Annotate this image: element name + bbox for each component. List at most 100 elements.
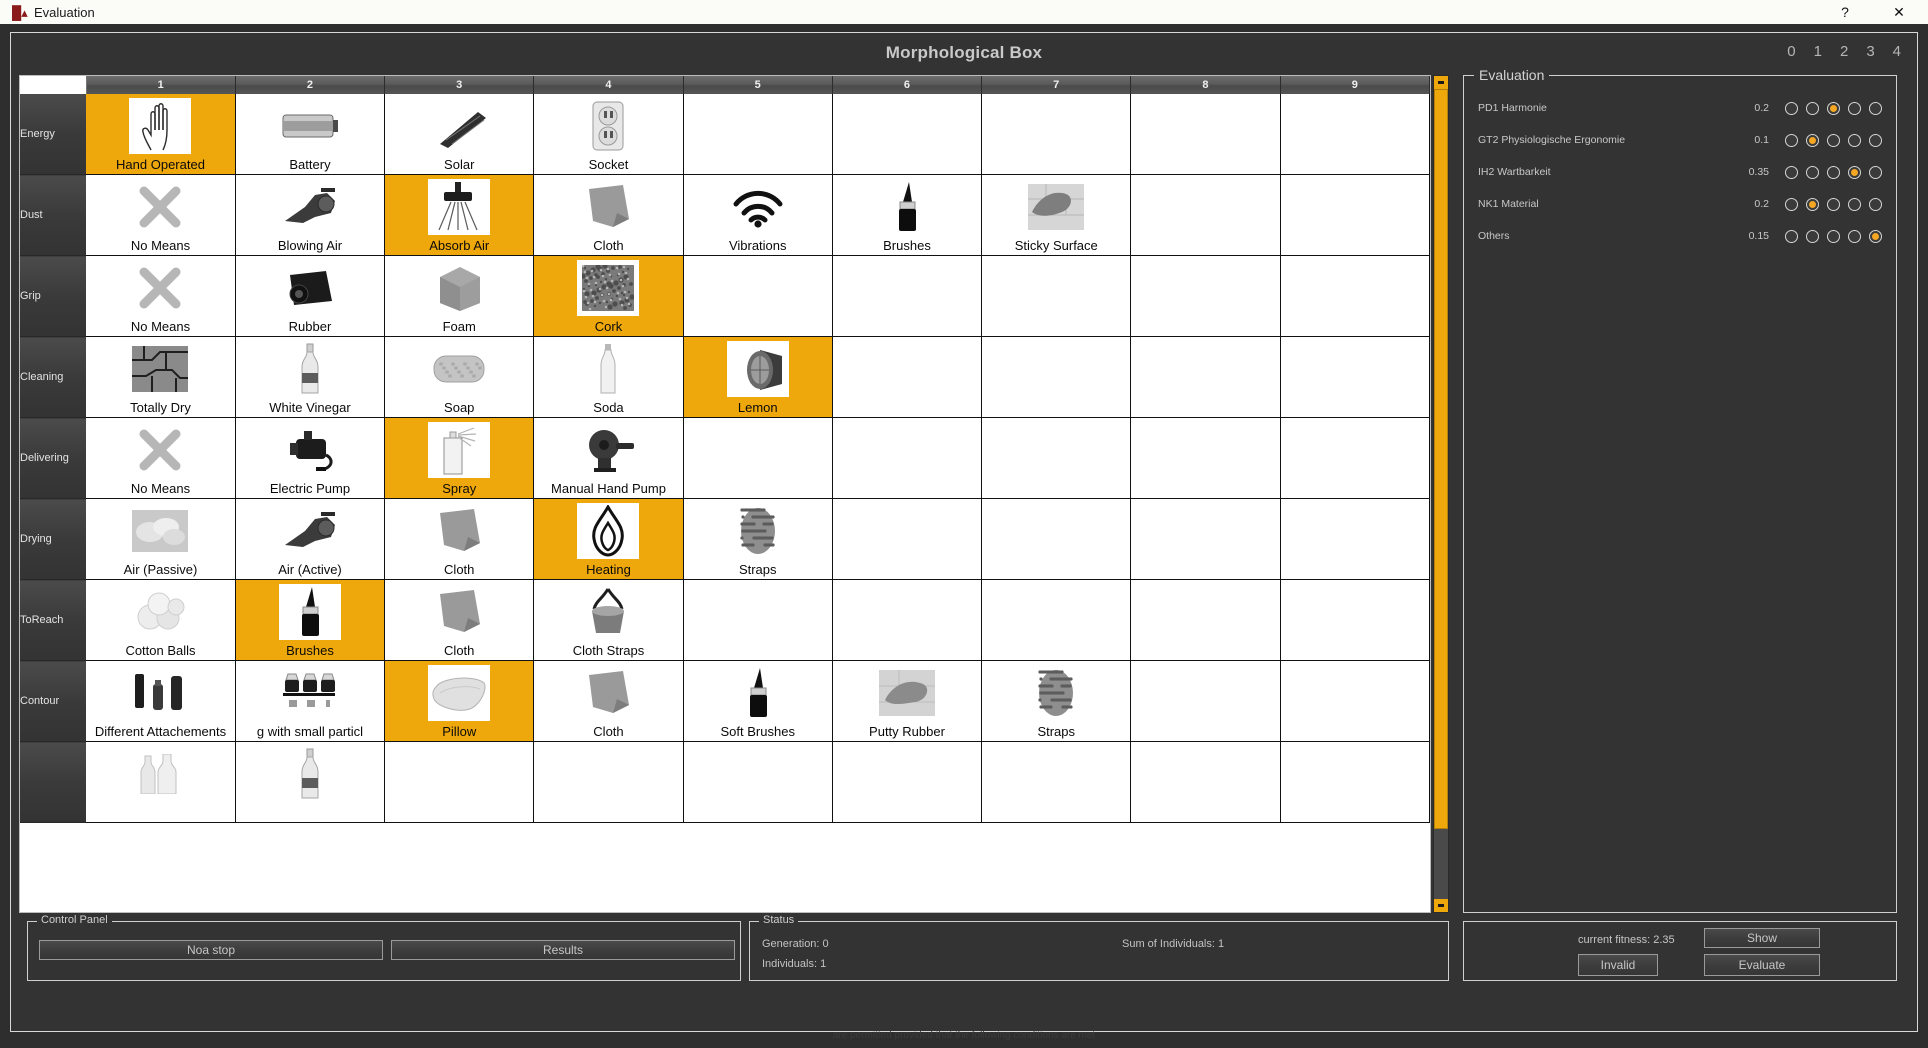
morph-cell[interactable] xyxy=(235,741,386,823)
rating-radio-0[interactable] xyxy=(1785,133,1798,147)
morph-cell-empty[interactable] xyxy=(1280,174,1430,256)
scrollbar-thumb[interactable] xyxy=(1434,89,1448,829)
rating-radio-0[interactable] xyxy=(1785,197,1798,211)
morph-cell-empty[interactable] xyxy=(832,579,983,661)
morph-cell[interactable]: No Means xyxy=(86,417,236,499)
morph-cell-empty[interactable] xyxy=(1280,94,1430,175)
morph-cell[interactable]: Brushes xyxy=(235,579,386,661)
morph-cell-empty[interactable] xyxy=(1130,255,1281,337)
morph-cell[interactable]: Electric Pump xyxy=(235,417,386,499)
column-header-5[interactable]: 5 xyxy=(683,76,833,94)
column-header-6[interactable]: 6 xyxy=(832,76,983,94)
morph-cell[interactable]: No Means xyxy=(86,174,236,256)
row-label-contour[interactable]: Contour xyxy=(20,660,87,742)
rating-radio-0[interactable] xyxy=(1785,229,1798,243)
morph-cell-empty[interactable] xyxy=(981,336,1132,418)
morph-cell-empty[interactable] xyxy=(981,94,1132,175)
show-button[interactable]: Show xyxy=(1704,928,1820,948)
morph-cell-empty[interactable] xyxy=(683,255,833,337)
morph-cell[interactable]: Putty Rubber xyxy=(832,660,983,742)
morph-cell-empty[interactable] xyxy=(832,417,983,499)
morph-cell-empty[interactable] xyxy=(832,336,983,418)
morph-cell[interactable]: Foam xyxy=(384,255,535,337)
morph-cell-empty[interactable] xyxy=(384,741,535,823)
column-header-1[interactable]: 1 xyxy=(86,76,236,94)
scroll-up-arrow[interactable] xyxy=(1434,76,1448,89)
morph-cell-empty[interactable] xyxy=(1280,336,1430,418)
morph-cell-empty[interactable] xyxy=(1280,417,1430,499)
morph-cell[interactable]: Vibrations xyxy=(683,174,833,256)
morph-cell[interactable]: Solar xyxy=(384,94,535,175)
noa-stop-button[interactable]: Noa stop xyxy=(39,940,383,960)
morph-cell-empty[interactable] xyxy=(683,741,833,823)
morph-cell-empty[interactable] xyxy=(1130,174,1281,256)
morph-cell-empty[interactable] xyxy=(981,498,1132,580)
morph-cell-empty[interactable] xyxy=(981,255,1132,337)
morph-cell[interactable]: Cloth xyxy=(384,498,535,580)
row-label-dust[interactable]: Dust xyxy=(20,174,87,256)
morph-cell[interactable]: Soap xyxy=(384,336,535,418)
morph-cell[interactable]: Soft Brushes xyxy=(683,660,833,742)
morph-cell[interactable]: g with small particl xyxy=(235,660,386,742)
rating-radio-2[interactable] xyxy=(1827,197,1840,211)
morph-cell[interactable]: Hand Operated xyxy=(86,94,236,175)
morph-cell[interactable]: Lemon xyxy=(683,336,833,418)
rating-radio-0[interactable] xyxy=(1785,165,1798,179)
rating-radio-3[interactable] xyxy=(1848,165,1861,179)
rating-radio-2[interactable] xyxy=(1827,133,1840,147)
scroll-down-arrow[interactable] xyxy=(1434,899,1448,912)
morph-cell-empty[interactable] xyxy=(1130,336,1281,418)
rating-radio-3[interactable] xyxy=(1848,101,1861,115)
morph-cell[interactable]: Cloth xyxy=(384,579,535,661)
evaluate-button[interactable]: Evaluate xyxy=(1704,954,1820,976)
rating-radio-3[interactable] xyxy=(1848,229,1861,243)
morph-cell[interactable]: White Vinegar xyxy=(235,336,386,418)
morph-cell-empty[interactable] xyxy=(832,94,983,175)
rating-radio-1[interactable] xyxy=(1806,229,1819,243)
morph-cell[interactable]: Blowing Air xyxy=(235,174,386,256)
rating-radio-4[interactable] xyxy=(1869,133,1882,147)
morph-cell-empty[interactable] xyxy=(832,498,983,580)
morph-cell-empty[interactable] xyxy=(832,255,983,337)
morph-cell-empty[interactable] xyxy=(832,741,983,823)
morph-cell-empty[interactable] xyxy=(683,94,833,175)
morph-cell[interactable]: Spray xyxy=(384,417,535,499)
morph-cell[interactable]: Battery xyxy=(235,94,386,175)
rating-radio-1[interactable] xyxy=(1806,165,1819,179)
row-label-drying[interactable]: Drying xyxy=(20,498,87,580)
morph-cell[interactable]: Cotton Balls xyxy=(86,579,236,661)
rating-radio-4[interactable] xyxy=(1869,101,1882,115)
rating-radio-1[interactable] xyxy=(1806,197,1819,211)
morph-cell[interactable]: Air (Passive) xyxy=(86,498,236,580)
morph-cell-empty[interactable] xyxy=(1130,417,1281,499)
row-label-delivering[interactable]: Delivering xyxy=(20,417,87,499)
column-header-4[interactable]: 4 xyxy=(533,76,684,94)
morph-cell[interactable]: Straps xyxy=(683,498,833,580)
rating-radio-2[interactable] xyxy=(1827,165,1840,179)
morph-cell[interactable]: No Means xyxy=(86,255,236,337)
row-label-toreach[interactable]: ToReach xyxy=(20,579,87,661)
morph-cell-empty[interactable] xyxy=(1280,660,1430,742)
column-header-7[interactable]: 7 xyxy=(981,76,1132,94)
results-button[interactable]: Results xyxy=(391,940,735,960)
row-label-grip[interactable]: Grip xyxy=(20,255,87,337)
row-label-blank[interactable] xyxy=(20,741,87,823)
morph-cell[interactable]: Cork xyxy=(533,255,684,337)
rating-radio-2[interactable] xyxy=(1827,101,1840,115)
row-label-energy[interactable]: Energy xyxy=(20,94,87,175)
morph-cell[interactable]: Pillow xyxy=(384,660,535,742)
morph-cell[interactable] xyxy=(86,741,236,823)
morph-cell[interactable]: Rubber xyxy=(235,255,386,337)
morph-cell[interactable]: Straps xyxy=(981,660,1132,742)
rating-radio-2[interactable] xyxy=(1827,229,1840,243)
column-header-2[interactable]: 2 xyxy=(235,76,386,94)
rating-radio-0[interactable] xyxy=(1785,101,1798,115)
morph-cell-empty[interactable] xyxy=(1130,660,1281,742)
morph-cell-empty[interactable] xyxy=(1280,741,1430,823)
morph-cell-empty[interactable] xyxy=(1280,579,1430,661)
morph-cell[interactable]: Sticky Surface xyxy=(981,174,1132,256)
morph-cell-empty[interactable] xyxy=(683,579,833,661)
morph-cell-empty[interactable] xyxy=(981,579,1132,661)
morph-cell[interactable]: Soda xyxy=(533,336,684,418)
morph-cell-empty[interactable] xyxy=(1280,255,1430,337)
